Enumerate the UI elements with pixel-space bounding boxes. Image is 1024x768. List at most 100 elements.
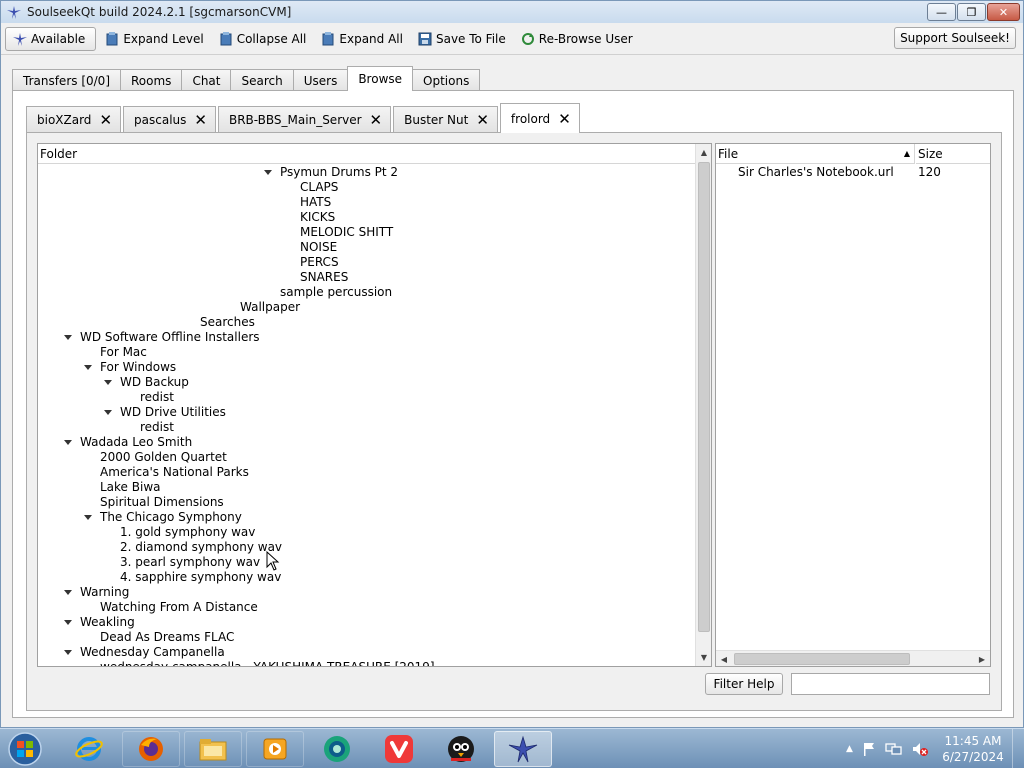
expand-arrow-icon[interactable]: [84, 515, 92, 520]
folder-row[interactable]: 2. diamond symphony wav: [38, 540, 695, 555]
scroll-right-icon[interactable]: ▶: [974, 651, 990, 666]
folder-row[interactable]: Spiritual Dimensions: [38, 495, 695, 510]
folder-column-header[interactable]: Folder: [38, 144, 695, 164]
folder-row[interactable]: Weakling: [38, 615, 695, 630]
taskbar-vivaldi[interactable]: [370, 731, 428, 767]
folder-row[interactable]: The Chicago Symphony: [38, 510, 695, 525]
expand-arrow-icon[interactable]: [64, 440, 72, 445]
folder-row[interactable]: 1. gold symphony wav: [38, 525, 695, 540]
taskbar-soulseek[interactable]: [494, 731, 552, 767]
tab-search[interactable]: Search: [230, 69, 294, 91]
close-window-button[interactable]: ✕: [987, 3, 1020, 21]
user-tab-buster-nut[interactable]: Buster Nut ✕: [393, 106, 498, 133]
folder-row[interactable]: 3. pearl symphony wav: [38, 555, 695, 570]
maximize-button[interactable]: ❐: [957, 3, 986, 21]
expand-arrow-icon[interactable]: [264, 170, 272, 175]
scrollbar-thumb[interactable]: [734, 653, 910, 665]
minimize-button[interactable]: —: [927, 3, 956, 21]
rebrowse-user-button[interactable]: Re-Browse User: [514, 28, 639, 50]
taskbar-firefox[interactable]: [122, 731, 180, 767]
show-hidden-icons-icon[interactable]: ▲: [846, 744, 853, 754]
start-button[interactable]: [2, 730, 48, 768]
folder-row[interactable]: Wadada Leo Smith: [38, 435, 695, 450]
taskbar-bird-app[interactable]: [432, 731, 490, 767]
close-tab-icon[interactable]: ✕: [194, 111, 207, 129]
folder-row[interactable]: Psymun Drums Pt 2: [38, 165, 695, 180]
folder-row[interactable]: WD Software Offline Installers: [38, 330, 695, 345]
expand-arrow-icon[interactable]: [64, 620, 72, 625]
taskbar-file-explorer[interactable]: [184, 731, 242, 767]
folder-row[interactable]: America's National Parks: [38, 465, 695, 480]
tab-transfers[interactable]: Transfers [0/0]: [12, 69, 121, 91]
status-available-button[interactable]: Available: [5, 27, 97, 51]
folder-row[interactable]: PERCS: [38, 255, 695, 270]
expand-arrow-icon[interactable]: [104, 410, 112, 415]
folder-row[interactable]: MELODIC SHITT: [38, 225, 695, 240]
folder-row[interactable]: 4. sapphire symphony wav: [38, 570, 695, 585]
folder-row[interactable]: NOISE: [38, 240, 695, 255]
tab-chat[interactable]: Chat: [181, 69, 232, 91]
expand-arrow-icon[interactable]: [64, 335, 72, 340]
folder-row[interactable]: HATS: [38, 195, 695, 210]
expand-all-button[interactable]: Expand All: [314, 28, 409, 50]
scroll-down-icon[interactable]: ▼: [696, 649, 711, 666]
taskbar-chat-app[interactable]: [308, 731, 366, 767]
folder-row[interactable]: Dead As Dreams FLAC: [38, 630, 695, 645]
folder-row[interactable]: Wallpaper: [38, 300, 695, 315]
folder-row[interactable]: Lake Biwa: [38, 480, 695, 495]
folder-row[interactable]: Wednesday Campanella: [38, 645, 695, 660]
folder-row[interactable]: KICKS: [38, 210, 695, 225]
filter-help-button[interactable]: Filter Help: [705, 673, 783, 695]
collapse-all-button[interactable]: Collapse All: [212, 28, 313, 50]
folder-row[interactable]: Warning: [38, 585, 695, 600]
folder-row[interactable]: SNARES: [38, 270, 695, 285]
folder-row[interactable]: For Mac: [38, 345, 695, 360]
filter-input[interactable]: [791, 673, 990, 695]
folder-row[interactable]: wednesday campanella - YAKUSHIMA TREASUR…: [38, 660, 695, 666]
expand-level-button[interactable]: Expand Level: [98, 28, 209, 50]
network-icon[interactable]: [885, 741, 903, 757]
folder-row[interactable]: Watching From A Distance: [38, 600, 695, 615]
close-tab-icon[interactable]: ✕: [558, 110, 571, 128]
folder-row[interactable]: sample percussion: [38, 285, 695, 300]
scrollbar-thumb[interactable]: [698, 162, 710, 632]
folder-row[interactable]: 2000 Golden Quartet: [38, 450, 695, 465]
folder-row[interactable]: Searches: [38, 315, 695, 330]
scroll-left-icon[interactable]: ◀: [716, 651, 732, 666]
tab-rooms[interactable]: Rooms: [120, 69, 183, 91]
close-tab-icon[interactable]: ✕: [476, 111, 489, 129]
folder-row[interactable]: WD Drive Utilities: [38, 405, 695, 420]
support-soulseek-button[interactable]: Support Soulseek!: [894, 27, 1016, 49]
title-bar[interactable]: SoulseekQt build 2024.2.1 [sgcmarsonCVM]…: [1, 1, 1023, 23]
folder-row[interactable]: redist: [38, 420, 695, 435]
folder-row[interactable]: redist: [38, 390, 695, 405]
user-tab-frolord[interactable]: frolord ✕: [499, 103, 580, 133]
folder-row[interactable]: WD Backup: [38, 375, 695, 390]
tab-browse[interactable]: Browse: [347, 66, 414, 91]
taskbar-internet-explorer[interactable]: [60, 731, 118, 767]
expand-arrow-icon[interactable]: [104, 380, 112, 385]
taskbar-media-player[interactable]: [246, 731, 304, 767]
folder-tree[interactable]: Folder Psymun Drums Pt 2 CLAPS HATS KICKS ME…: [37, 143, 712, 667]
user-tab-pascalus[interactable]: pascalus ✕: [123, 106, 216, 133]
file-row[interactable]: Sir Charles's Notebook.url 120: [716, 165, 990, 180]
folder-row[interactable]: For Windows: [38, 360, 695, 375]
save-to-file-button[interactable]: Save To File: [411, 28, 512, 50]
volume-muted-icon[interactable]: [911, 741, 929, 757]
file-column-header[interactable]: File ▲: [716, 144, 915, 164]
user-tab-bioxzard[interactable]: bioXZard ✕: [26, 106, 122, 133]
close-tab-icon[interactable]: ✕: [99, 111, 112, 129]
tab-options[interactable]: Options: [412, 69, 481, 91]
file-horizontal-scrollbar[interactable]: ◀ ▶: [716, 650, 990, 666]
folder-row[interactable]: CLAPS: [38, 180, 695, 195]
expand-arrow-icon[interactable]: [84, 365, 92, 370]
taskbar-clock[interactable]: 11:45 AM 6/27/2024: [938, 733, 1008, 765]
file-list[interactable]: File ▲ Size Sir Charles's Notebook.url 1…: [715, 143, 991, 667]
close-tab-icon[interactable]: ✕: [370, 111, 383, 129]
tab-users[interactable]: Users: [292, 69, 349, 91]
expand-arrow-icon[interactable]: [64, 590, 72, 595]
user-tab-brb-bbs[interactable]: BRB-BBS_Main_Server ✕: [217, 106, 392, 133]
size-column-header[interactable]: Size: [916, 144, 990, 164]
expand-arrow-icon[interactable]: [64, 650, 72, 655]
scroll-up-icon[interactable]: ▲: [696, 144, 711, 161]
